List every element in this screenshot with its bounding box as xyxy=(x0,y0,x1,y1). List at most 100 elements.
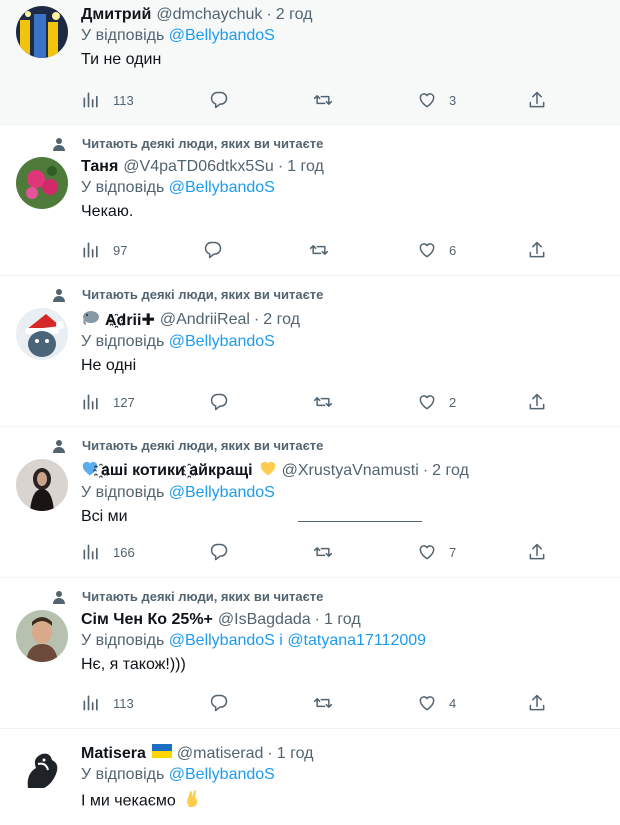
views-count: 127 xyxy=(113,394,135,410)
like-count: 6 xyxy=(449,242,457,258)
separator: · xyxy=(277,158,284,175)
author-name[interactable]: Matisera xyxy=(81,745,146,763)
separator: · xyxy=(253,310,260,328)
author-name[interactable]: ҈аші котики ҈айкращі xyxy=(101,462,253,480)
retweet-button[interactable] xyxy=(313,90,333,110)
reply-icon xyxy=(204,241,222,259)
mention-link[interactable]: @BellybandoS xyxy=(169,766,275,783)
social-context-text: Читають деякі люди, яких ви читаєте xyxy=(82,589,324,604)
like-button[interactable]: 3 xyxy=(417,90,456,110)
mention-link[interactable]: @BellybandoS xyxy=(169,333,275,350)
tweet-3[interactable]: Читають деякі люди, яких ви читаєте A҈dr… xyxy=(0,276,620,427)
reply-context: У відповідь @BellybandoS xyxy=(81,484,608,502)
share-button[interactable] xyxy=(527,542,547,562)
author-name[interactable]: A҈drii✚ xyxy=(105,310,155,330)
timestamp[interactable]: 2 год xyxy=(432,462,469,480)
views-button[interactable]: 113 xyxy=(81,90,134,110)
tweet-6[interactable]: Matisera @matiserad · 1 год У відповідь … xyxy=(0,729,620,825)
author-handle[interactable]: @matiserad xyxy=(177,745,264,763)
reply-conjunction: і xyxy=(279,632,283,649)
retweet-button[interactable] xyxy=(313,693,333,713)
views-button[interactable]: 113 xyxy=(81,693,134,713)
yellow-heart-emoji xyxy=(259,460,277,481)
tweet-actions: 97 6 xyxy=(81,240,560,264)
reply-button[interactable] xyxy=(209,392,229,412)
timestamp[interactable]: 2 год xyxy=(276,6,313,24)
tweet-4[interactable]: Читають деякі люди, яких ви читаєте ҈аші… xyxy=(0,427,620,578)
timestamp[interactable]: 1 год xyxy=(324,611,361,629)
author-name[interactable]: Таня xyxy=(81,158,118,176)
avatar[interactable] xyxy=(16,744,68,796)
avatar[interactable] xyxy=(16,157,68,209)
author-handle[interactable]: @XrustyaVnamusti xyxy=(282,462,419,480)
author-handle[interactable]: @V4paTD06dtkx5Su xyxy=(123,158,274,176)
reply-prefix: У відповідь xyxy=(81,27,165,44)
mention-link[interactable]: @BellybandoS xyxy=(169,179,275,196)
separator: · xyxy=(267,744,273,762)
mention-link[interactable]: @BellybandoS xyxy=(169,484,275,501)
timestamp[interactable]: 1 год xyxy=(277,745,314,763)
reply-button[interactable] xyxy=(203,240,223,260)
tweet-actions: 166 7 xyxy=(81,542,560,566)
separator: · xyxy=(422,461,429,479)
mention-link[interactable]: @BellybandoS xyxy=(169,27,275,44)
like-button[interactable]: 4 xyxy=(417,693,456,713)
tweet-actions: 113 4 xyxy=(81,693,560,717)
avatar[interactable] xyxy=(16,308,68,360)
retweet-button[interactable] xyxy=(309,240,329,260)
tweet-header: A҈drii✚ @AndriiReal · 2 год xyxy=(81,309,608,330)
avatar[interactable] xyxy=(16,459,68,511)
like-count: 4 xyxy=(449,695,457,711)
avatar[interactable] xyxy=(16,610,68,662)
tweet-text: Чекаю. xyxy=(81,203,134,220)
views-button[interactable]: 166 xyxy=(81,542,135,562)
author-handle[interactable]: @AndriiReal xyxy=(160,311,250,329)
mention-link[interactable]: @BellybandoS xyxy=(169,632,275,649)
author-name[interactable]: Сім Чен Ко 25%+ xyxy=(81,611,213,629)
tweet-text: І ми чекаємо xyxy=(81,790,608,813)
tweet-text-content: І ми чекаємо xyxy=(81,792,176,810)
author-name[interactable]: Дмитрий xyxy=(81,6,151,24)
retweet-icon xyxy=(313,698,333,708)
tweet-2[interactable]: Читають деякі люди, яких ви читаєте Таня… xyxy=(0,125,620,276)
like-button[interactable]: 2 xyxy=(417,392,456,412)
timestamp[interactable]: 2 год xyxy=(263,311,300,329)
author-handle[interactable]: @dmchaychuk xyxy=(156,6,262,24)
person-icon xyxy=(53,590,65,604)
author-handle[interactable]: @IsBagdada xyxy=(218,611,311,629)
tweet-header: ҈аші котики ҈айкращі @XrustyaVnamusti · … xyxy=(81,460,608,481)
views-button[interactable]: 97 xyxy=(81,240,127,260)
tweet-1[interactable]: Дмитрий @dmchaychuk · 2 год У відповідь … xyxy=(0,0,620,125)
avatar[interactable] xyxy=(16,6,68,58)
share-button[interactable] xyxy=(527,392,547,412)
tweet-actions: 113 3 xyxy=(81,90,560,114)
like-icon xyxy=(419,395,435,410)
share-icon xyxy=(529,241,545,258)
tweet-text: Не одні xyxy=(81,357,137,374)
timestamp[interactable]: 1 год xyxy=(287,158,324,176)
reply-button[interactable] xyxy=(209,542,229,562)
reply-button[interactable] xyxy=(209,90,229,110)
mention-link-2[interactable]: @tatyana17112009 xyxy=(287,632,426,649)
reply-button[interactable] xyxy=(209,693,229,713)
share-button[interactable] xyxy=(527,693,547,713)
reply-icon xyxy=(210,91,228,109)
reply-context: У відповідь @BellybandoS xyxy=(81,333,608,351)
like-button[interactable]: 7 xyxy=(417,542,456,562)
views-icon xyxy=(83,394,98,410)
like-button[interactable]: 6 xyxy=(417,240,456,260)
like-icon xyxy=(419,545,435,560)
views-button[interactable]: 127 xyxy=(81,392,135,412)
retweet-button[interactable] xyxy=(313,542,333,562)
views-icon xyxy=(83,544,98,560)
share-icon xyxy=(529,543,545,560)
retweet-button[interactable] xyxy=(313,392,333,412)
reply-prefix: У відповідь xyxy=(81,632,165,649)
share-button[interactable] xyxy=(527,90,547,110)
reply-context: У відповідь @BellybandoS xyxy=(81,179,608,197)
tweet-5[interactable]: Читають деякі люди, яких ви читаєте Сім … xyxy=(0,578,620,729)
views-icon xyxy=(83,92,98,108)
share-button[interactable] xyxy=(527,240,547,260)
reply-feed: Дмитрий @dmchaychuk · 2 год У відповідь … xyxy=(0,0,620,825)
share-icon xyxy=(529,91,545,108)
